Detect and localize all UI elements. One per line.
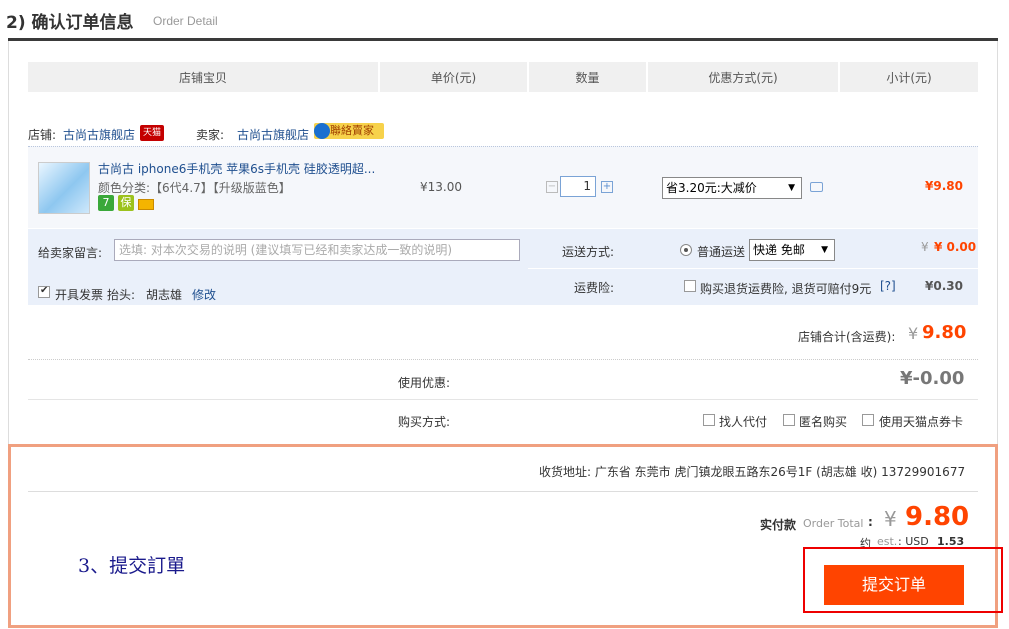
shipping-select[interactable]: 快递 免邮 ▼ — [749, 239, 835, 261]
insurance-label: 运费险: — [574, 281, 615, 295]
item-title-link[interactable]: 古尚古 iphone6手机壳 苹果6s手机壳 硅胶透明超... — [98, 160, 375, 177]
coupon-value: ¥-0.00 — [900, 368, 965, 389]
insurance-help-link[interactable]: [?] — [880, 279, 896, 293]
insurance-price: ¥0.30 — [925, 279, 963, 293]
invoice-checkbox[interactable] — [38, 285, 50, 298]
tmall-voucher-label: 使用天猫点券卡 — [879, 415, 964, 429]
discount-select-value: 省3.20元:大减价 — [666, 181, 757, 195]
pay-by-friend-label: 找人代付 — [719, 415, 768, 429]
section-subtitle: Order Detail — [153, 14, 218, 28]
pay-by-friend-checkbox[interactable] — [703, 414, 715, 426]
seller-message-input[interactable]: 选填: 对本次交易的说明 (建议填写已经和卖家达成一致的说明) — [114, 239, 520, 261]
guarantee-icon[interactable]: 保 — [118, 195, 134, 211]
seller-label: 卖家: — [196, 128, 225, 142]
invoice-title-value: 胡志雄 — [146, 288, 183, 302]
insurance-checkbox[interactable] — [684, 280, 696, 292]
item-thumbnail[interactable] — [38, 162, 90, 214]
divider — [28, 491, 978, 492]
quantity-increase-button[interactable]: + — [601, 181, 613, 193]
contact-seller-label: 聯絡賣家 — [330, 124, 374, 137]
column-header-subtotal: 小计(元) — [840, 62, 978, 92]
message-label: 给卖家留言: — [38, 246, 103, 260]
invoice-label: 开具发票 — [55, 288, 104, 302]
quantity-input[interactable]: 1 — [560, 176, 596, 197]
column-header-quantity: 数量 — [529, 62, 646, 92]
anonymous-checkbox[interactable] — [783, 414, 795, 426]
shipping-address: 收货地址: 广东省 东莞市 虎门镇龙眼五路东26号1F (胡志雄 收) 1372… — [539, 465, 966, 479]
quantity-decrease-button[interactable]: − — [546, 181, 558, 193]
shipping-select-value: 快递 免邮 — [753, 243, 805, 257]
shipping-radio[interactable] — [680, 244, 692, 256]
annotation-text: 3、提交訂單 — [78, 555, 186, 577]
header-divider — [8, 38, 998, 41]
shipping-divider — [528, 268, 978, 269]
seven-day-return-icon[interactable]: 7 — [98, 195, 114, 211]
contact-seller-button[interactable]: 聯絡賣家 — [314, 123, 384, 139]
shop-label: 店铺: — [28, 128, 57, 142]
shipping-price: ¥ 0.00 — [934, 240, 977, 254]
insurance-text: 购买退货运费险, 退货可赔付9元 — [700, 282, 872, 296]
column-header-discount: 优惠方式(元) — [648, 62, 838, 92]
shipping-currency: ¥ — [921, 240, 929, 254]
seller-name-link[interactable]: 古尚古旗舰店 — [237, 126, 309, 143]
shop-total-value: 9.80 — [922, 322, 967, 343]
shipping-option: 普通运送 — [697, 245, 746, 259]
annotation-box — [803, 547, 1003, 613]
purchase-method-label: 购买方式: — [398, 415, 451, 429]
column-header-item: 店铺宝贝 — [28, 62, 378, 92]
unit-price: ¥13.00 — [420, 180, 462, 194]
total-currency: ¥ — [884, 507, 897, 531]
tmall-voucher-checkbox[interactable] — [862, 414, 874, 426]
divider — [28, 359, 978, 360]
total-colon: : — [868, 515, 873, 529]
frame-left-border — [8, 41, 9, 445]
credit-card-icon[interactable] — [138, 199, 154, 210]
coupon-label: 使用优惠: — [398, 376, 451, 390]
dropdown-arrow-icon: ▼ — [821, 245, 828, 255]
total-value: 9.80 — [905, 502, 970, 532]
item-subtotal: ¥9.80 — [925, 179, 963, 193]
shop-name-link[interactable]: 古尚古旗舰店 — [63, 126, 135, 143]
shop-total-label: 店铺合计(含运费): — [798, 330, 896, 344]
discount-select[interactable]: 省3.20元:大减价 ▼ — [662, 177, 802, 199]
discount-info-icon[interactable] — [810, 182, 823, 192]
total-label: 实付款 — [760, 518, 797, 532]
tmall-badge-icon: 天猫 — [140, 125, 164, 141]
shipping-label: 运送方式: — [562, 245, 615, 259]
wangwang-icon — [314, 123, 330, 139]
frame-right-border — [997, 41, 998, 445]
item-sku: 颜色分类:【6代4.7】【升级版蓝色】 — [98, 181, 291, 195]
column-header-unit-price: 单价(元) — [380, 62, 527, 92]
dropdown-arrow-icon: ▼ — [788, 183, 795, 193]
invoice-title-label: 抬头: — [107, 288, 136, 302]
total-label-en: Order Total — [803, 517, 864, 530]
section-title: 2) 确认订单信息 — [6, 13, 134, 33]
shop-total-currency: ¥ — [908, 324, 919, 343]
anonymous-label: 匿名购买 — [799, 415, 848, 429]
invoice-edit-link[interactable]: 修改 — [192, 286, 216, 303]
divider — [28, 399, 978, 400]
